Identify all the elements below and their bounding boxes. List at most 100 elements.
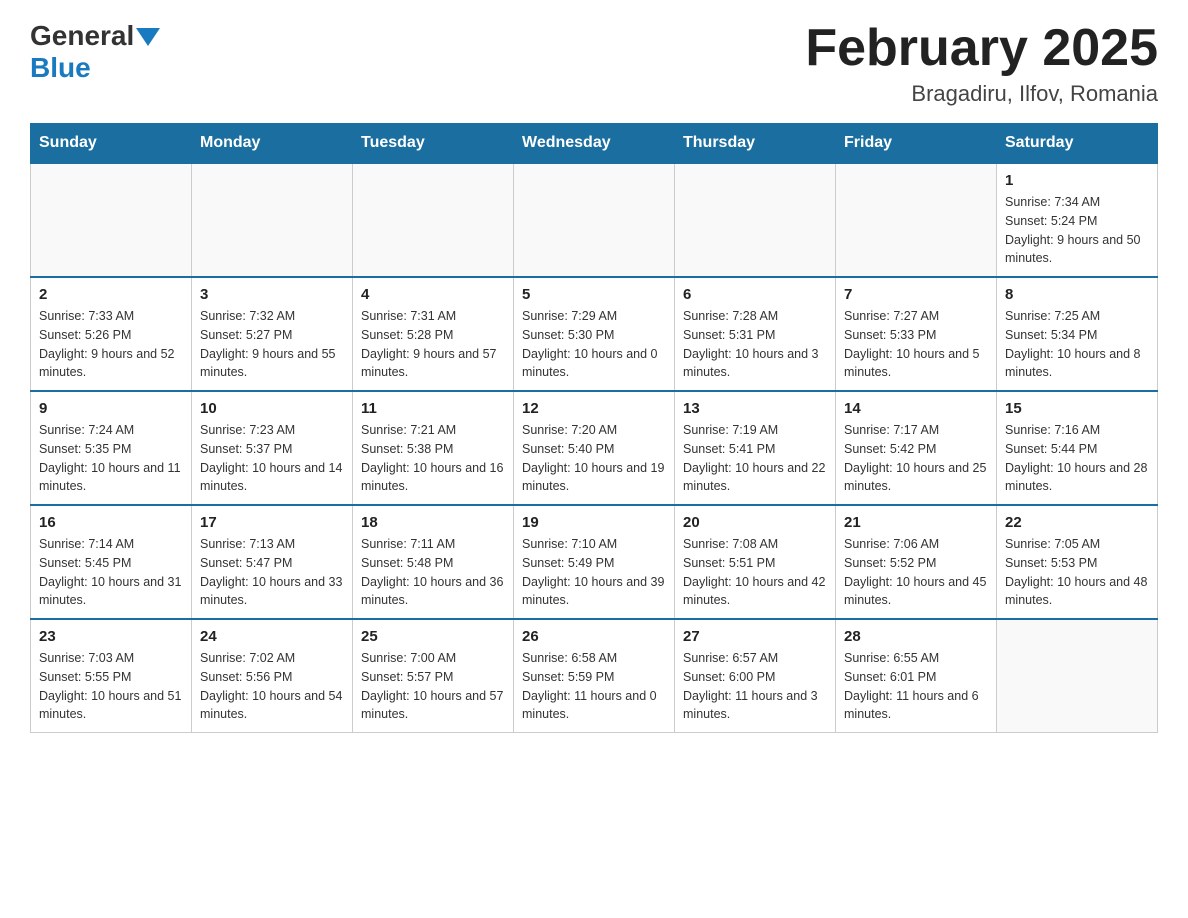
- day-info: Sunrise: 7:00 AMSunset: 5:57 PMDaylight:…: [361, 649, 505, 724]
- day-info: Sunrise: 7:34 AMSunset: 5:24 PMDaylight:…: [1005, 193, 1149, 268]
- calendar-cell: [836, 163, 997, 277]
- calendar-cell: 24 Sunrise: 7:02 AMSunset: 5:56 PMDayligh…: [192, 619, 353, 733]
- day-info: Sunrise: 7:31 AMSunset: 5:28 PMDaylight:…: [361, 307, 505, 382]
- day-number: 4: [361, 286, 505, 303]
- calendar-cell: 19 Sunrise: 7:10 AMSunset: 5:49 PMDayligh…: [514, 505, 675, 619]
- day-number: 11: [361, 400, 505, 417]
- day-number: 17: [200, 514, 344, 531]
- day-number: 10: [200, 400, 344, 417]
- day-info: Sunrise: 7:24 AMSunset: 5:35 PMDaylight:…: [39, 421, 183, 496]
- day-number: 2: [39, 286, 183, 303]
- calendar-week-row: 16 Sunrise: 7:14 AMSunset: 5:45 PMDayligh…: [31, 505, 1158, 619]
- day-number: 13: [683, 400, 827, 417]
- day-info: Sunrise: 7:14 AMSunset: 5:45 PMDaylight:…: [39, 535, 183, 610]
- day-number: 28: [844, 628, 988, 645]
- day-number: 14: [844, 400, 988, 417]
- day-number: 27: [683, 628, 827, 645]
- calendar-cell: 8 Sunrise: 7:25 AMSunset: 5:34 PMDaylight…: [997, 277, 1158, 391]
- calendar-cell: 1 Sunrise: 7:34 AMSunset: 5:24 PMDaylight…: [997, 163, 1158, 277]
- day-number: 5: [522, 286, 666, 303]
- calendar-week-row: 1 Sunrise: 7:34 AMSunset: 5:24 PMDaylight…: [31, 163, 1158, 277]
- day-number: 18: [361, 514, 505, 531]
- day-info: Sunrise: 7:10 AMSunset: 5:49 PMDaylight:…: [522, 535, 666, 610]
- calendar-cell: 23 Sunrise: 7:03 AMSunset: 5:55 PMDayligh…: [31, 619, 192, 733]
- day-info: Sunrise: 7:33 AMSunset: 5:26 PMDaylight:…: [39, 307, 183, 382]
- day-info: Sunrise: 7:17 AMSunset: 5:42 PMDaylight:…: [844, 421, 988, 496]
- day-number: 7: [844, 286, 988, 303]
- day-info: Sunrise: 6:55 AMSunset: 6:01 PMDaylight:…: [844, 649, 988, 724]
- day-info: Sunrise: 6:58 AMSunset: 5:59 PMDaylight:…: [522, 649, 666, 724]
- day-info: Sunrise: 7:16 AMSunset: 5:44 PMDaylight:…: [1005, 421, 1149, 496]
- calendar-cell: 9 Sunrise: 7:24 AMSunset: 5:35 PMDaylight…: [31, 391, 192, 505]
- title-area: February 2025 Bragadiru, Ilfov, Romania: [805, 20, 1158, 107]
- day-info: Sunrise: 6:57 AMSunset: 6:00 PMDaylight:…: [683, 649, 827, 724]
- day-info: Sunrise: 7:21 AMSunset: 5:38 PMDaylight:…: [361, 421, 505, 496]
- day-info: Sunrise: 7:19 AMSunset: 5:41 PMDaylight:…: [683, 421, 827, 496]
- day-info: Sunrise: 7:20 AMSunset: 5:40 PMDaylight:…: [522, 421, 666, 496]
- day-number: 15: [1005, 400, 1149, 417]
- calendar-cell: 14 Sunrise: 7:17 AMSunset: 5:42 PMDayligh…: [836, 391, 997, 505]
- calendar-cell: 5 Sunrise: 7:29 AMSunset: 5:30 PMDaylight…: [514, 277, 675, 391]
- calendar-header-thursday: Thursday: [675, 124, 836, 164]
- day-info: Sunrise: 7:11 AMSunset: 5:48 PMDaylight:…: [361, 535, 505, 610]
- day-number: 6: [683, 286, 827, 303]
- calendar-cell: 15 Sunrise: 7:16 AMSunset: 5:44 PMDayligh…: [997, 391, 1158, 505]
- calendar-cell: 16 Sunrise: 7:14 AMSunset: 5:45 PMDayligh…: [31, 505, 192, 619]
- day-info: Sunrise: 7:23 AMSunset: 5:37 PMDaylight:…: [200, 421, 344, 496]
- day-info: Sunrise: 7:29 AMSunset: 5:30 PMDaylight:…: [522, 307, 666, 382]
- day-info: Sunrise: 7:25 AMSunset: 5:34 PMDaylight:…: [1005, 307, 1149, 382]
- calendar-cell: 11 Sunrise: 7:21 AMSunset: 5:38 PMDayligh…: [353, 391, 514, 505]
- calendar-cell: [31, 163, 192, 277]
- day-info: Sunrise: 7:03 AMSunset: 5:55 PMDaylight:…: [39, 649, 183, 724]
- calendar-cell: [192, 163, 353, 277]
- day-info: Sunrise: 7:27 AMSunset: 5:33 PMDaylight:…: [844, 307, 988, 382]
- calendar-header-wednesday: Wednesday: [514, 124, 675, 164]
- calendar-cell: [997, 619, 1158, 733]
- calendar-cell: 17 Sunrise: 7:13 AMSunset: 5:47 PMDayligh…: [192, 505, 353, 619]
- calendar-cell: 7 Sunrise: 7:27 AMSunset: 5:33 PMDaylight…: [836, 277, 997, 391]
- day-number: 3: [200, 286, 344, 303]
- logo: General Blue: [30, 20, 160, 84]
- day-number: 21: [844, 514, 988, 531]
- month-title: February 2025: [805, 20, 1158, 77]
- day-info: Sunrise: 7:08 AMSunset: 5:51 PMDaylight:…: [683, 535, 827, 610]
- calendar-header-monday: Monday: [192, 124, 353, 164]
- day-number: 19: [522, 514, 666, 531]
- day-number: 1: [1005, 172, 1149, 189]
- calendar-cell: 13 Sunrise: 7:19 AMSunset: 5:41 PMDayligh…: [675, 391, 836, 505]
- day-number: 22: [1005, 514, 1149, 531]
- day-number: 23: [39, 628, 183, 645]
- calendar-header-sunday: Sunday: [31, 124, 192, 164]
- calendar-cell: 26 Sunrise: 6:58 AMSunset: 5:59 PMDayligh…: [514, 619, 675, 733]
- day-number: 9: [39, 400, 183, 417]
- logo-blue-text: Blue: [30, 52, 91, 84]
- calendar-header-friday: Friday: [836, 124, 997, 164]
- calendar-cell: 4 Sunrise: 7:31 AMSunset: 5:28 PMDaylight…: [353, 277, 514, 391]
- calendar-header-row: SundayMondayTuesdayWednesdayThursdayFrid…: [31, 124, 1158, 164]
- day-number: 8: [1005, 286, 1149, 303]
- calendar-cell: [675, 163, 836, 277]
- calendar-cell: 12 Sunrise: 7:20 AMSunset: 5:40 PMDayligh…: [514, 391, 675, 505]
- day-info: Sunrise: 7:05 AMSunset: 5:53 PMDaylight:…: [1005, 535, 1149, 610]
- day-number: 16: [39, 514, 183, 531]
- day-info: Sunrise: 7:02 AMSunset: 5:56 PMDaylight:…: [200, 649, 344, 724]
- day-info: Sunrise: 7:32 AMSunset: 5:27 PMDaylight:…: [200, 307, 344, 382]
- calendar-cell: [514, 163, 675, 277]
- calendar-cell: 28 Sunrise: 6:55 AMSunset: 6:01 PMDayligh…: [836, 619, 997, 733]
- calendar-cell: 10 Sunrise: 7:23 AMSunset: 5:37 PMDayligh…: [192, 391, 353, 505]
- day-info: Sunrise: 7:13 AMSunset: 5:47 PMDaylight:…: [200, 535, 344, 610]
- calendar-cell: 20Sunrise: 7:08 AMSunset: 5:51 PMDayligh…: [675, 505, 836, 619]
- calendar-cell: [353, 163, 514, 277]
- day-number: 12: [522, 400, 666, 417]
- day-number: 25: [361, 628, 505, 645]
- calendar-header-saturday: Saturday: [997, 124, 1158, 164]
- day-info: Sunrise: 7:28 AMSunset: 5:31 PMDaylight:…: [683, 307, 827, 382]
- calendar-cell: 3 Sunrise: 7:32 AMSunset: 5:27 PMDaylight…: [192, 277, 353, 391]
- calendar-week-row: 9 Sunrise: 7:24 AMSunset: 5:35 PMDaylight…: [31, 391, 1158, 505]
- calendar-cell: 22 Sunrise: 7:05 AMSunset: 5:53 PMDayligh…: [997, 505, 1158, 619]
- calendar-cell: 27 Sunrise: 6:57 AMSunset: 6:00 PMDayligh…: [675, 619, 836, 733]
- day-number: 26: [522, 628, 666, 645]
- day-number: 24: [200, 628, 344, 645]
- calendar-cell: 6 Sunrise: 7:28 AMSunset: 5:31 PMDaylight…: [675, 277, 836, 391]
- calendar-cell: 25 Sunrise: 7:00 AMSunset: 5:57 PMDayligh…: [353, 619, 514, 733]
